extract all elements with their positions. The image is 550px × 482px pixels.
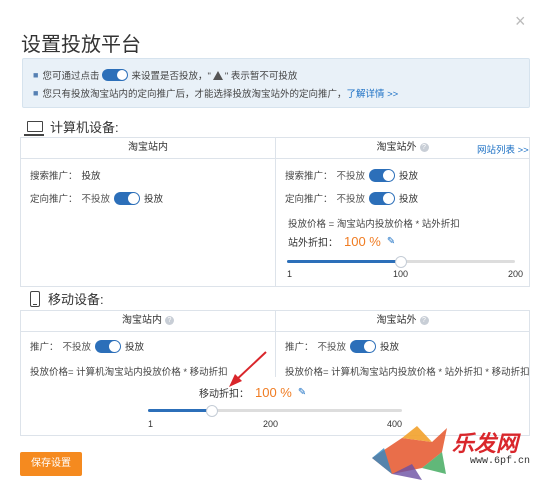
on-label: 投放 (144, 194, 164, 205)
outer-target-toggle[interactable] (369, 191, 396, 205)
help-icon[interactable]: ? (165, 315, 174, 325)
off-label: 不投放 (62, 342, 92, 353)
mobile-discount-slider[interactable] (148, 405, 402, 417)
slider-handle[interactable] (205, 405, 218, 417)
tips-panel: ■ 您可通过点击 来设置是否投放，" " 表示暂不可投放 ■ 您只有投放淘宝站内… (22, 58, 530, 108)
on-label: 投放 (399, 194, 419, 205)
row-label: 定向推广： (30, 194, 78, 205)
outer-target-row: 定向推广： 不投放 投放 (285, 191, 418, 205)
discount-value: 100 % (344, 234, 381, 249)
tip-text: 来设置是否投放，" (131, 71, 211, 82)
computer-settings-box: 淘宝站内 淘宝站外? 网站列表 >> 搜索推广： 投放 定向推广： 不投放 投放… (20, 137, 530, 287)
mobile-inner-toggle[interactable] (95, 339, 122, 353)
watermark-url: www.6pf.cn (470, 456, 531, 467)
edit-pencil-icon[interactable]: ✎ (387, 236, 397, 247)
computer-icon (24, 121, 44, 136)
on-label: 投放 (125, 342, 145, 353)
mobile-section-heading: 移动设备: (30, 289, 104, 308)
bullet-icon: ■ (33, 88, 39, 98)
learn-more-link[interactable]: 了解详情 >> (346, 86, 398, 100)
column-title: 淘宝站内 (128, 142, 168, 153)
column-title: 淘宝站内 (122, 315, 162, 326)
mobile-outer-header: 淘宝站外? (276, 311, 529, 332)
help-icon[interactable]: ? (419, 142, 429, 152)
slider-tick-max: 200 (508, 269, 524, 279)
edit-pencil-icon[interactable]: ✎ (298, 387, 308, 398)
tip-text: 您只有投放淘宝站内的定向推广后，才能选择投放淘宝站外的定向推广， (42, 89, 347, 100)
mobile-outer-row: 推广： 不投放 投放 (285, 339, 399, 353)
slider-tick-min: 1 (148, 419, 154, 429)
inner-search-row: 搜索推广： 投放 (30, 168, 101, 182)
off-label: 不投放 (81, 194, 111, 205)
section-label: 移动设备: (48, 292, 104, 307)
slider-tick-mid: 100 (393, 269, 409, 279)
slider-handle[interactable] (395, 256, 407, 268)
column-divider (275, 138, 276, 286)
computer-inner-header: 淘宝站内 (21, 138, 275, 159)
mobile-outer-formula: 投放价格= 计算机淘宝站内投放价格 * 站外折扣 * 移动折扣 (285, 367, 530, 378)
tip-line-detail: ■ 您只有投放淘宝站内的定向推广后，才能选择投放淘宝站外的定向推广， 了解详情 … (33, 86, 398, 100)
mobile-inner-formula: 投放价格= 计算机淘宝站内投放价格 * 移动折扣 (30, 367, 228, 378)
bullet-icon: ■ (33, 70, 39, 80)
outer-search-toggle[interactable] (369, 168, 396, 182)
off-label: 不投放 (317, 342, 347, 353)
off-label: 不投放 (336, 171, 366, 182)
tip-text: 您可通过点击 (42, 71, 100, 82)
row-label: 推广： (30, 342, 59, 353)
section-label: 计算机设备: (50, 120, 119, 135)
outer-discount: 站外折扣： 100 % ✎ (288, 234, 397, 249)
slider-tick-min: 1 (287, 269, 293, 279)
outer-discount-slider[interactable] (287, 256, 515, 268)
tip-line-toggle: ■ 您可通过点击 来设置是否投放，" " 表示暂不可投放 (33, 68, 297, 82)
on-label: 投放 (380, 342, 400, 353)
close-icon[interactable]: × (515, 12, 526, 30)
annotation-arrow-icon (229, 351, 267, 387)
column-title: 淘宝站外 (376, 142, 417, 153)
discount-label: 站外折扣： (288, 238, 338, 249)
outer-search-row: 搜索推广： 不投放 投放 (285, 168, 418, 182)
watermark-text: 乐发网 (452, 431, 519, 457)
save-button[interactable]: 保存设置 (20, 452, 82, 476)
example-toggle-icon (102, 69, 129, 81)
row-label: 搜索推广： (285, 171, 333, 182)
computer-section-heading: 计算机设备: (24, 117, 119, 136)
off-label: 不投放 (336, 194, 366, 205)
column-title: 淘宝站外 (376, 315, 417, 326)
help-icon[interactable]: ? (419, 315, 429, 325)
warning-icon (212, 70, 223, 80)
placement-platform-dialog: × 设置投放平台 ■ 您可通过点击 来设置是否投放，" " 表示暂不可投放 ■ … (0, 0, 550, 482)
on-label: 投放 (399, 171, 419, 182)
row-label: 推广： (285, 342, 314, 353)
inner-target-row: 定向推广： 不投放 投放 (30, 191, 163, 205)
slider-tick-mid: 200 (263, 419, 279, 429)
site-list-link[interactable]: 网站列表 >> (477, 142, 529, 156)
mobile-inner-row: 推广： 不投放 投放 (30, 339, 144, 353)
row-label: 定向推广： (285, 194, 333, 205)
outer-formula: 投放价格 = 淘宝站内投放价格 * 站外折扣 (288, 219, 460, 230)
row-value: 投放 (81, 171, 101, 182)
tip-text: " 表示暂不可投放 (224, 71, 298, 82)
mobile-outer-toggle[interactable] (350, 339, 377, 353)
slider-fill (287, 260, 401, 263)
column-divider (275, 311, 276, 377)
slider-fill (148, 409, 212, 412)
mobile-phone-icon (30, 290, 40, 307)
inner-target-toggle[interactable] (114, 191, 141, 205)
dialog-title: 设置投放平台 (21, 34, 141, 56)
mobile-inner-header: 淘宝站内? (21, 311, 275, 332)
row-label: 搜索推广： (30, 171, 78, 182)
